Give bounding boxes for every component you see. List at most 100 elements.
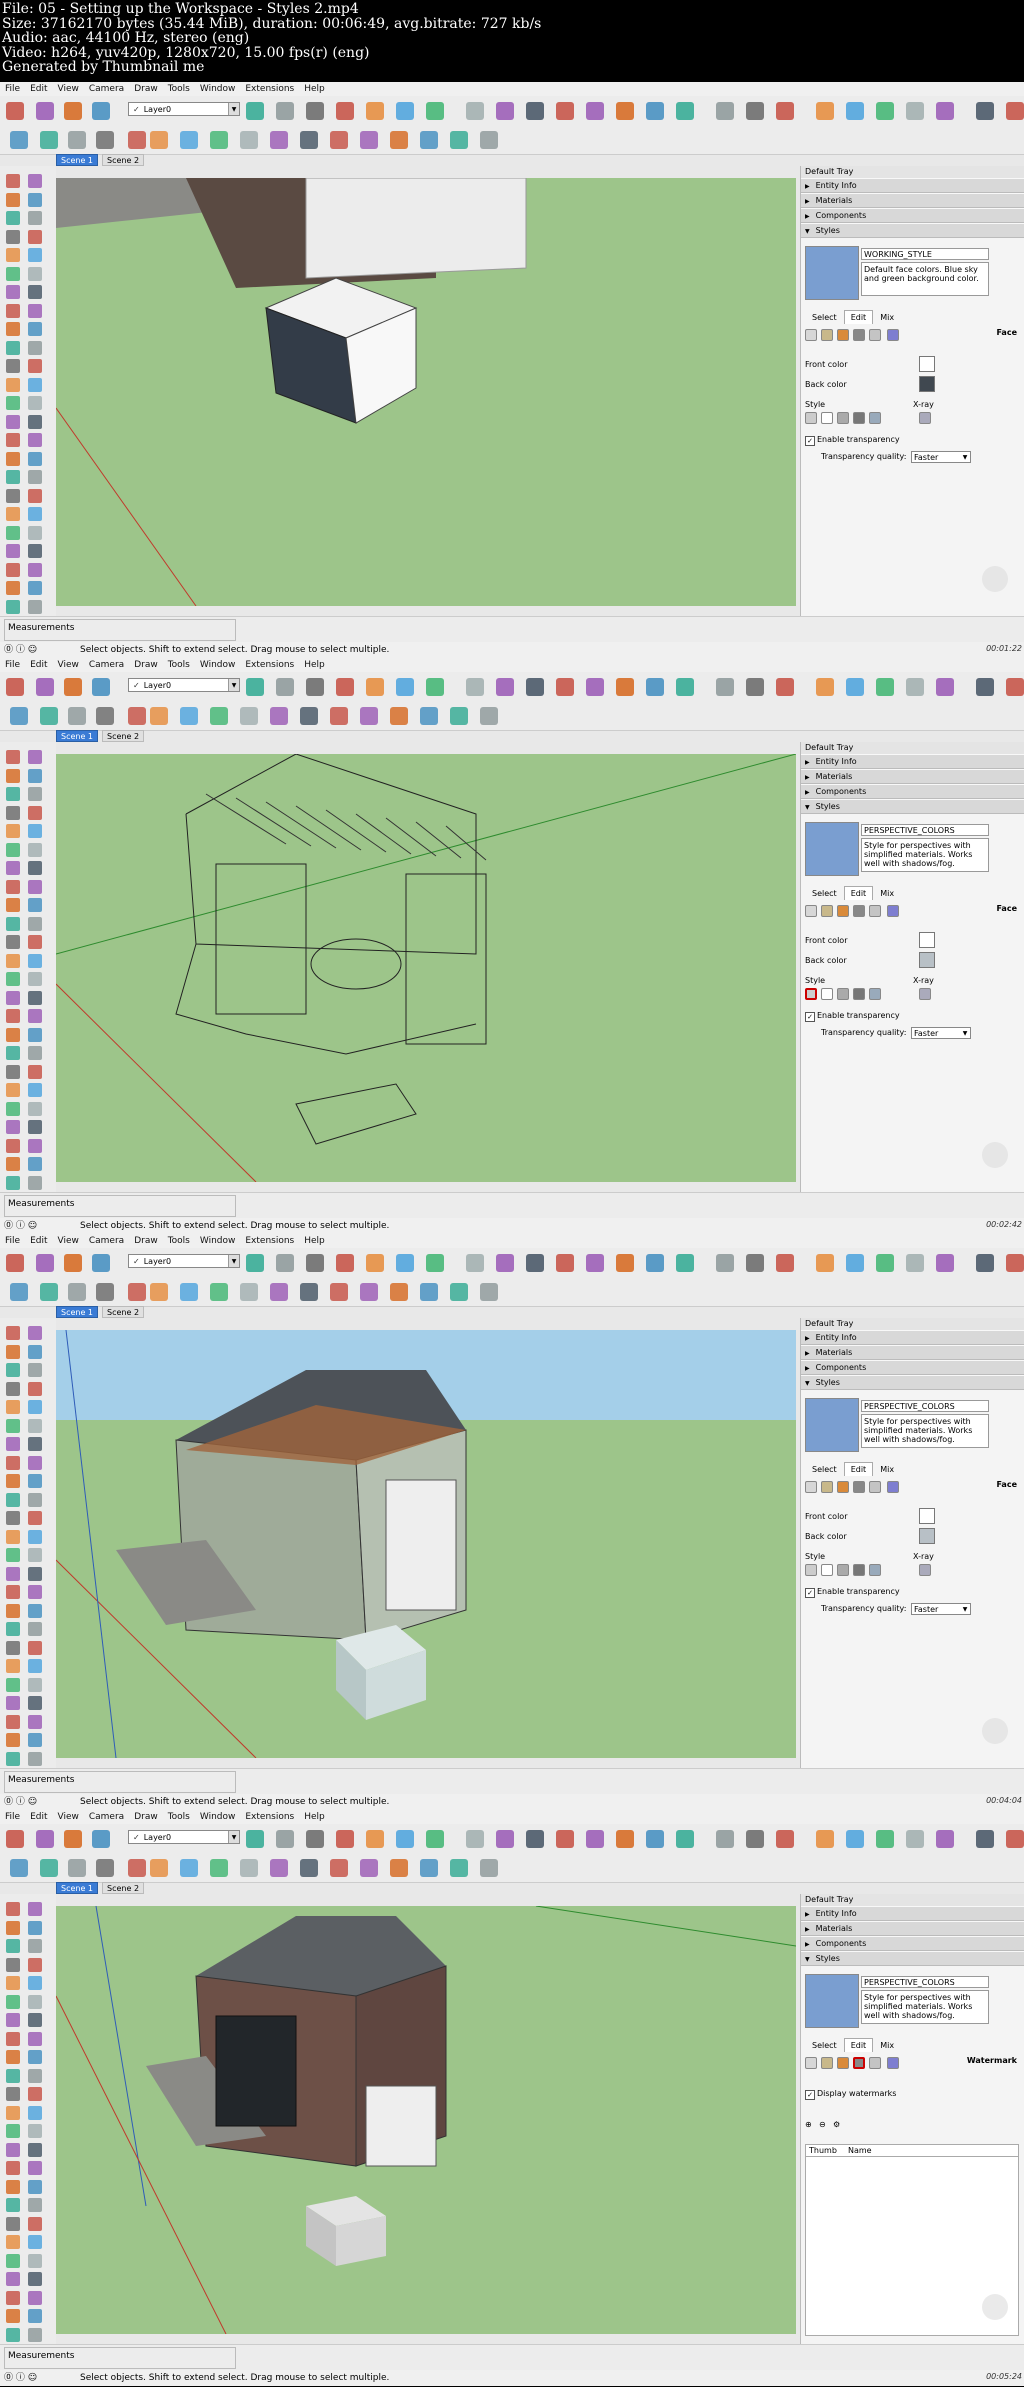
toolbar-icon[interactable] <box>210 707 228 725</box>
tool-icon[interactable] <box>6 1566 20 1581</box>
toolbar-icon[interactable] <box>906 1830 924 1848</box>
toolbar-icon[interactable] <box>246 678 264 696</box>
tab-edit[interactable]: Edit <box>843 886 874 900</box>
toolbar-icon[interactable] <box>936 102 954 120</box>
toolbar-icon[interactable] <box>466 678 484 696</box>
toolbar-icon[interactable] <box>420 131 438 149</box>
tool-icon[interactable] <box>6 2142 20 2157</box>
toolbar-icon[interactable] <box>40 131 58 149</box>
tray-panel-materials[interactable]: ▶ Materials <box>801 1921 1024 1936</box>
edit-category-icon[interactable] <box>853 905 865 917</box>
tool-icon[interactable] <box>28 2013 42 2027</box>
toolbar-icon[interactable] <box>68 1283 86 1301</box>
style-thumbnail[interactable] <box>805 1974 859 2028</box>
tool-icon[interactable] <box>28 2327 42 2342</box>
menu-item-file[interactable]: File <box>0 1812 25 1822</box>
tray-panel-styles[interactable]: ▼ Styles <box>801 1951 1024 1966</box>
tool-icon[interactable] <box>6 377 20 392</box>
toolbar-icon[interactable] <box>616 678 634 696</box>
tool-icon[interactable] <box>28 1437 42 1451</box>
tool-icon[interactable] <box>28 1492 42 1507</box>
display-watermarks-checkbox[interactable]: ✓ <box>805 2090 815 2100</box>
tool-icon[interactable] <box>28 1659 42 1673</box>
tool-icon[interactable] <box>28 898 42 912</box>
tool-icon[interactable] <box>6 1696 20 1710</box>
tool-icon[interactable] <box>6 340 20 355</box>
tool-icon[interactable] <box>28 1957 42 1972</box>
toolbar-icon[interactable] <box>64 1830 82 1848</box>
toolbar-icon[interactable] <box>906 102 924 120</box>
toolbar-icon[interactable] <box>64 1254 82 1272</box>
toolbar-icon[interactable] <box>36 102 54 120</box>
layer-dropdown[interactable]: ✓ Layer0 ▼ <box>128 1254 240 1268</box>
toolbar-icon[interactable] <box>390 1283 408 1301</box>
toolbar-icon[interactable] <box>276 678 294 696</box>
tool-icon[interactable] <box>28 1120 42 1134</box>
tool-icon[interactable] <box>6 805 20 820</box>
menu-item-camera[interactable]: Camera <box>84 84 129 94</box>
tool-icon[interactable] <box>28 879 42 894</box>
toolbar-icon[interactable] <box>300 707 318 725</box>
plus-icon[interactable]: ⊕ <box>805 2120 812 2129</box>
tool-icon[interactable] <box>28 2198 42 2212</box>
toolbar-icon[interactable] <box>816 678 834 696</box>
play-icon[interactable] <box>982 2294 1008 2320</box>
toolbar-icon[interactable] <box>366 102 384 120</box>
menu-item-edit[interactable]: Edit <box>25 1812 52 1822</box>
toolbar-icon[interactable] <box>526 1254 544 1272</box>
tool-icon[interactable] <box>28 1046 42 1060</box>
edit-category-icon[interactable] <box>805 329 817 341</box>
toolbar-icon[interactable] <box>36 1830 54 1848</box>
tool-icon[interactable] <box>28 581 42 595</box>
tab-scene-2[interactable]: Scene 2 <box>102 154 145 166</box>
tool-icon[interactable] <box>6 1138 20 1153</box>
tool-icon[interactable] <box>6 1603 20 1618</box>
toolbar-icon[interactable] <box>646 1254 664 1272</box>
tool-icon[interactable] <box>6 2235 20 2249</box>
tool-icon[interactable] <box>28 2105 42 2120</box>
edit-category-icon[interactable] <box>837 905 849 917</box>
tool-icon[interactable] <box>28 1326 42 1340</box>
tool-icon[interactable] <box>6 1175 20 1190</box>
back-color-swatch[interactable] <box>919 376 935 392</box>
tool-icon[interactable] <box>28 1751 42 1766</box>
toolbar-icon[interactable] <box>876 102 894 120</box>
toolbar-icon[interactable] <box>336 678 354 696</box>
tool-icon[interactable] <box>28 414 42 429</box>
toolbar-icon[interactable] <box>450 1283 468 1301</box>
tool-icon[interactable] <box>28 935 42 949</box>
toolbar-icon[interactable] <box>846 1830 864 1848</box>
toolbar-icon[interactable] <box>270 707 288 725</box>
tool-icon[interactable] <box>6 1529 20 1544</box>
style-thumbnail[interactable] <box>805 822 859 876</box>
tool-icon[interactable] <box>28 1157 42 1171</box>
toolbar-icon[interactable] <box>526 102 544 120</box>
style-description-field[interactable]: Style for perspectives with simplified m… <box>861 1414 989 1448</box>
xray-toggle[interactable] <box>919 988 931 1000</box>
toolbar-icon[interactable] <box>40 707 58 725</box>
toolbar-icon[interactable] <box>336 1254 354 1272</box>
tool-icon[interactable] <box>28 1101 42 1116</box>
menu-item-tools[interactable]: Tools <box>163 660 195 670</box>
tool-icon[interactable] <box>6 2272 20 2286</box>
tool-icon[interactable] <box>6 599 20 614</box>
toolbar-icon[interactable] <box>128 1859 146 1877</box>
toolbar-icon[interactable] <box>426 1830 444 1848</box>
tool-icon[interactable] <box>6 935 20 949</box>
toolbar-icon[interactable] <box>586 1830 604 1848</box>
tool-icon[interactable] <box>6 174 20 188</box>
tool-icon[interactable] <box>6 414 20 429</box>
toolbar-icon[interactable] <box>270 1859 288 1877</box>
tab-select[interactable]: Select <box>805 1462 844 1476</box>
tool-icon[interactable] <box>6 1677 20 1692</box>
toolbar-icon[interactable] <box>420 1859 438 1877</box>
tool-icon[interactable] <box>28 1714 42 1729</box>
style-thumbnail[interactable] <box>805 1398 859 1452</box>
transparency-checkbox[interactable]: ✓ <box>805 1588 815 1598</box>
tray-panel-entity-info[interactable]: ▶ Entity Info <box>801 754 1024 769</box>
toolbar-icon[interactable] <box>240 1283 258 1301</box>
menu-item-view[interactable]: View <box>53 1812 84 1822</box>
tool-icon[interactable] <box>6 2309 20 2323</box>
model-viewport[interactable] <box>56 178 796 606</box>
tool-icon[interactable] <box>6 1920 20 1935</box>
